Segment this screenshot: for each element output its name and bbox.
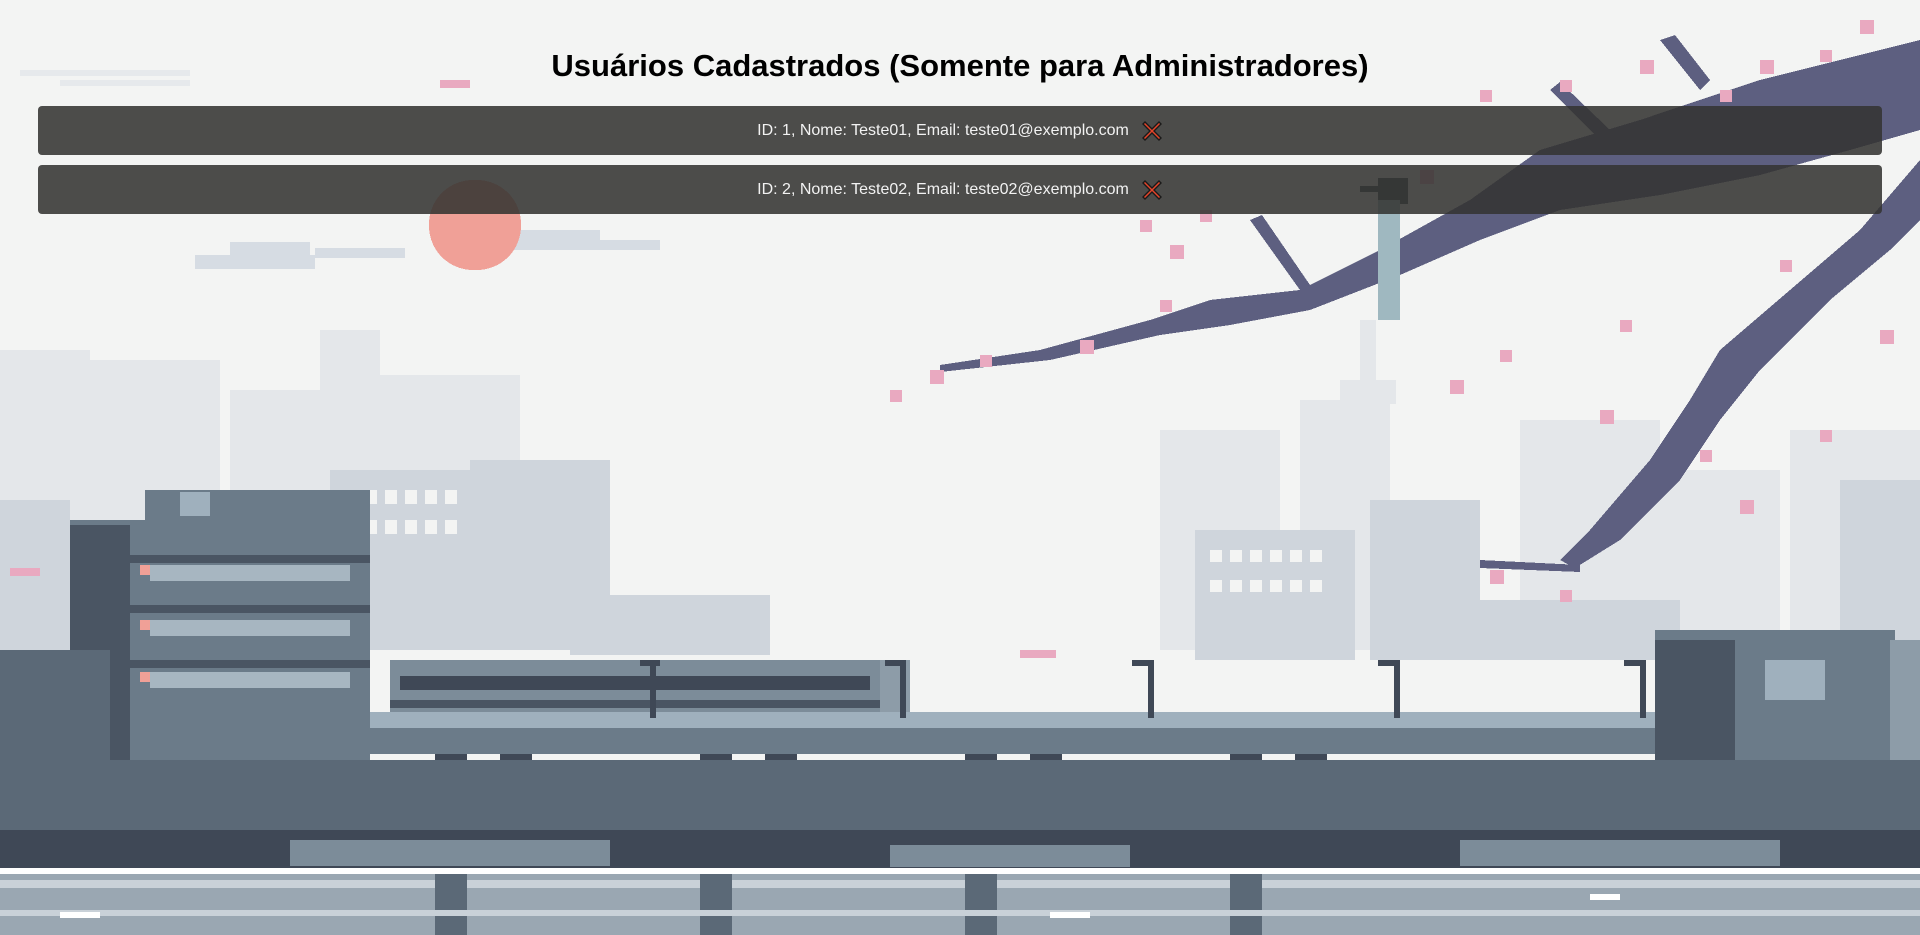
user-info-text: ID: 1, Nome: Teste01, Email: teste01@exe…	[757, 121, 1129, 139]
page-title: Usuários Cadastrados (Somente para Admin…	[551, 48, 1369, 83]
close-x-icon	[1141, 120, 1162, 141]
close-x-icon	[1141, 179, 1162, 200]
delete-user-button[interactable]	[1141, 179, 1163, 201]
list-item: ID: 2, Nome: Teste02, Email: teste02@exe…	[38, 165, 1882, 214]
delete-user-button[interactable]	[1141, 120, 1163, 142]
user-list: ID: 1, Nome: Teste01, Email: teste01@exe…	[38, 106, 1882, 224]
user-info-text: ID: 2, Nome: Teste02, Email: teste02@exe…	[757, 180, 1129, 198]
list-item: ID: 1, Nome: Teste01, Email: teste01@exe…	[38, 106, 1882, 155]
water-reflection	[0, 868, 1920, 935]
ground	[0, 760, 1920, 870]
